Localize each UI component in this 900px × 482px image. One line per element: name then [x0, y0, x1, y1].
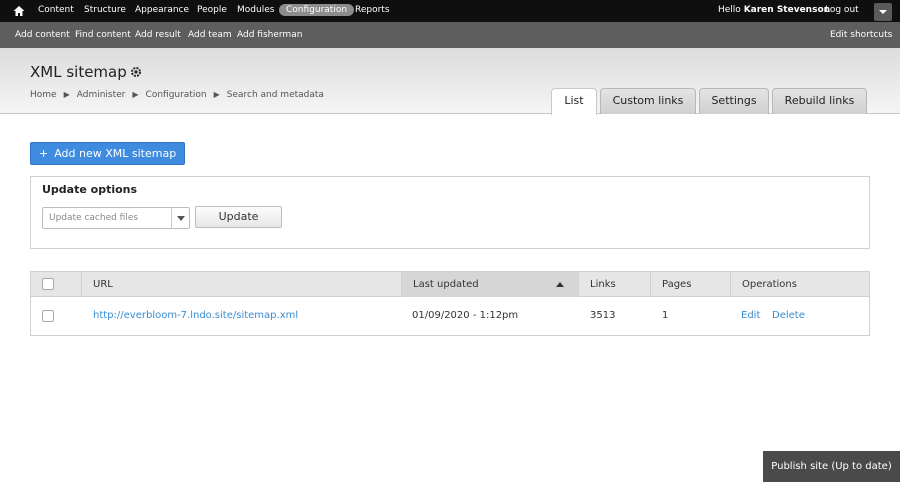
- shortcuts-bar: Add content Find content Add result Add …: [0, 22, 900, 48]
- column-last-updated[interactable]: Last updated: [402, 272, 579, 297]
- breadcrumb: Home ▶ Administer ▶ Configuration ▶ Search and…: [30, 90, 324, 100]
- column-pages: Pages: [651, 272, 731, 297]
- user-greeting: Hello Karen Stevenson: [718, 5, 830, 15]
- breadcrumb-configuration[interactable]: Configuration: [146, 90, 207, 100]
- row-last-updated: 01/09/2020 - 1:12pm: [412, 310, 519, 321]
- shortcut-add-team[interactable]: Add team: [188, 30, 232, 40]
- update-options-select-value: Update cached files: [49, 213, 139, 223]
- breadcrumb-separator-icon: ▶: [213, 90, 220, 99]
- update-button[interactable]: Update: [195, 206, 282, 228]
- add-new-sitemap-button[interactable]: + Add new XML sitemap: [30, 142, 185, 165]
- gear-icon[interactable]: [130, 66, 142, 78]
- toolbar-item-appearance[interactable]: Appearance: [135, 5, 189, 15]
- tab-custom-links[interactable]: Custom links: [600, 88, 696, 114]
- shortcut-add-result[interactable]: Add result: [135, 30, 181, 40]
- update-options-legend: Update options: [42, 183, 138, 196]
- sitemap-table: URL Last updated Links Pages Operations …: [30, 271, 870, 336]
- plus-icon: +: [39, 147, 49, 160]
- edit-shortcuts-link[interactable]: Edit shortcuts: [830, 30, 892, 40]
- shortcut-add-content[interactable]: Add content: [15, 30, 70, 40]
- row-pages: 1: [662, 310, 669, 321]
- toolbar-item-structure[interactable]: Structure: [84, 5, 126, 15]
- sort-ascending-icon: [556, 282, 564, 287]
- table-header: URL Last updated Links Pages Operations: [31, 272, 869, 297]
- column-url[interactable]: URL: [82, 272, 402, 297]
- edit-link[interactable]: Edit: [741, 310, 760, 321]
- breadcrumb-separator-icon: ▶: [63, 90, 70, 99]
- logout-link[interactable]: Log out: [825, 5, 859, 15]
- home-icon[interactable]: [12, 4, 26, 18]
- column-operations: Operations: [742, 279, 797, 290]
- add-new-sitemap-label: Add new XML sitemap: [54, 147, 177, 160]
- tab-settings[interactable]: Settings: [699, 88, 769, 114]
- publish-site-button[interactable]: Publish site (Up to date): [763, 451, 900, 482]
- row-checkbox[interactable]: [42, 310, 54, 322]
- select-all-column: [31, 272, 82, 297]
- admin-toolbar: Content Structure Appearance People Modu…: [0, 0, 900, 22]
- tab-rebuild-links[interactable]: Rebuild links: [772, 88, 867, 114]
- shortcut-add-fisherman[interactable]: Add fisherman: [237, 30, 302, 40]
- breadcrumb-search-metadata[interactable]: Search and metadata: [227, 90, 324, 100]
- chevron-down-icon: [879, 10, 887, 14]
- row-links: 3513: [590, 310, 616, 321]
- greeting-prefix: Hello: [718, 5, 741, 15]
- toolbar-item-people[interactable]: People: [197, 5, 227, 15]
- breadcrumb-administer[interactable]: Administer: [77, 90, 126, 100]
- select-all-checkbox[interactable]: [42, 278, 54, 290]
- tab-list[interactable]: List: [551, 88, 597, 115]
- update-options-fieldset: Update options Update cached files Updat…: [30, 176, 870, 249]
- column-links[interactable]: Links: [579, 272, 651, 297]
- chevron-down-icon: [177, 216, 185, 221]
- toolbar-item-content[interactable]: Content: [38, 5, 74, 15]
- user-name[interactable]: Karen Stevenson: [744, 5, 830, 15]
- toolbar-item-reports[interactable]: Reports: [355, 5, 390, 15]
- shortcuts-toggle-button[interactable]: [874, 3, 892, 21]
- select-arrow: [171, 208, 189, 228]
- update-options-select[interactable]: Update cached files: [42, 207, 190, 229]
- page-title: XML sitemap: [30, 63, 127, 81]
- breadcrumb-home[interactable]: Home: [30, 90, 57, 100]
- delete-link[interactable]: Delete: [772, 310, 805, 321]
- sitemap-url-link[interactable]: http://everbloom-7.lndo.site/sitemap.xml: [93, 310, 298, 321]
- toolbar-item-modules[interactable]: Modules: [237, 5, 274, 15]
- breadcrumb-separator-icon: ▶: [132, 90, 139, 99]
- toolbar-item-configuration[interactable]: Configuration: [279, 4, 355, 16]
- shortcut-find-content[interactable]: Find content: [75, 30, 131, 40]
- column-last-updated-label: Last updated: [413, 279, 479, 290]
